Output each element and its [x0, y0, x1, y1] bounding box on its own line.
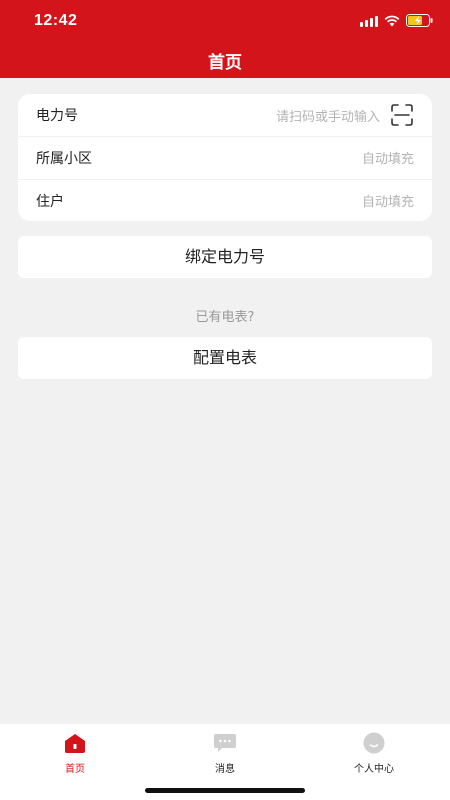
bind-power-number-button[interactable]: 绑定电力号: [18, 236, 432, 278]
scan-icon[interactable]: [391, 104, 413, 126]
community-row: 所属小区 自动填充: [18, 136, 432, 178]
community-label: 所属小区: [36, 150, 92, 167]
wifi-icon: [384, 15, 400, 26]
status-bar: 12:42: [0, 0, 450, 44]
existing-meter-hint: 已有电表?: [195, 310, 255, 325]
message-icon: [214, 734, 236, 752]
configure-meter-button[interactable]: 配置电表: [18, 337, 432, 379]
status-time: 12:42: [34, 12, 78, 29]
power-number-label: 电力号: [36, 108, 78, 124]
signal-icon: [360, 15, 378, 27]
status-icons: [360, 14, 434, 27]
home-indicator: [145, 788, 305, 793]
page-title: 首页: [208, 53, 242, 73]
profile-icon: [363, 732, 385, 754]
binding-form-card: 电力号 请扫码或手动输入 所属小区 自动填充 住户 自动填充: [18, 94, 432, 221]
tab-messages-label: 消息: [215, 764, 235, 775]
power-number-input[interactable]: 请扫码或手动输入: [276, 106, 380, 125]
tab-profile[interactable]: 个人中心: [319, 732, 429, 775]
tab-home[interactable]: 首页: [20, 732, 130, 775]
tab-messages[interactable]: 消息: [170, 732, 280, 775]
tab-home-label: 首页: [65, 764, 85, 775]
resident-row: 住户 自动填充: [18, 179, 432, 221]
community-field: 自动填充: [361, 152, 414, 167]
tab-profile-label: 个人中心: [354, 764, 394, 775]
battery-icon: [406, 14, 433, 27]
header: 12:42 首页: [0, 0, 450, 78]
home-icon: [65, 734, 85, 753]
resident-field: 自动填充: [361, 195, 414, 210]
power-number-row[interactable]: 电力号 请扫码或手动输入: [18, 94, 432, 136]
resident-label: 住户: [36, 193, 64, 210]
